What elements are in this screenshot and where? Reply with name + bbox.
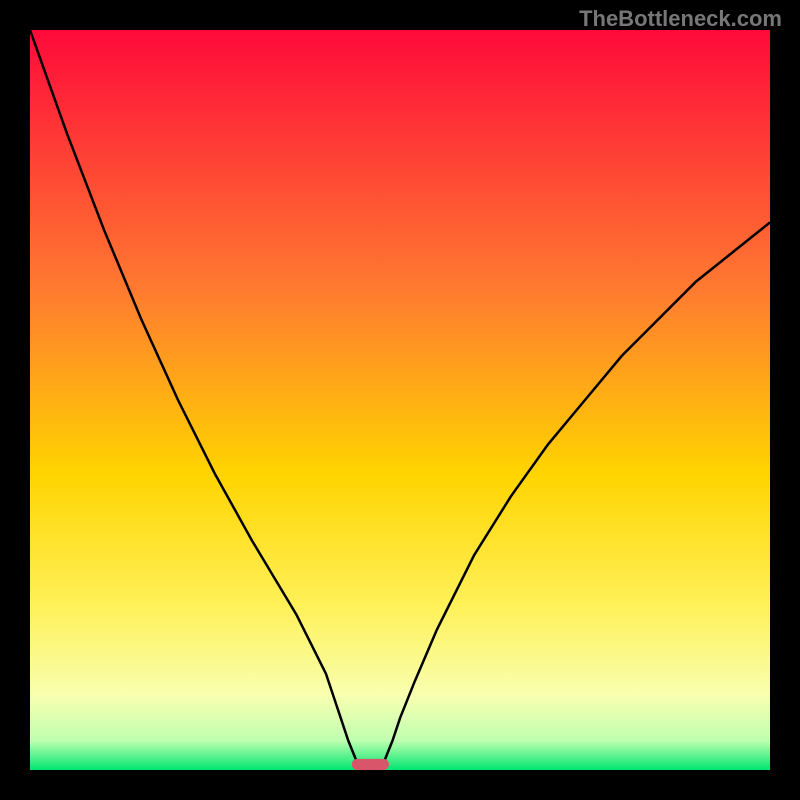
gradient-background	[30, 30, 770, 770]
chart-plot-area	[30, 30, 770, 770]
watermark-text: TheBottleneck.com	[579, 6, 782, 32]
chart-svg	[30, 30, 770, 770]
bottleneck-marker	[352, 759, 389, 770]
